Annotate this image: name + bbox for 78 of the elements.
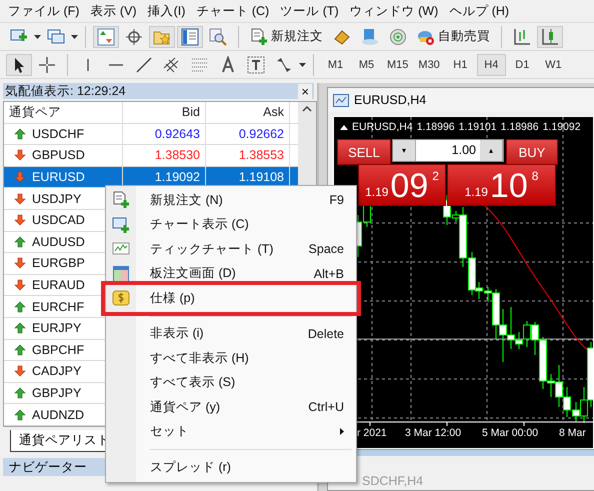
chart-window-icon xyxy=(333,94,349,106)
menu-item[interactable]: 板注文画面 (D) Alt+B xyxy=(106,262,356,286)
menu-item[interactable]: すべて表示 (S) xyxy=(106,370,356,395)
time-axis-label: r 2021 xyxy=(357,427,387,439)
timeframe-button[interactable]: D1 xyxy=(508,54,537,76)
time-axis-label: 3 Mar 12:00 xyxy=(405,427,462,439)
toolbar-button[interactable]: 自動売買 xyxy=(413,26,494,48)
time-axis-label: 8 Mar xyxy=(559,427,586,439)
panel-icon[interactable] xyxy=(177,26,203,48)
dropdown-caret-icon[interactable] xyxy=(34,34,41,38)
timeframe-button[interactable]: M1 xyxy=(321,54,350,76)
dropdown-caret-icon[interactable] xyxy=(71,34,78,38)
menu-item[interactable]: 非表示 (i) Delete xyxy=(106,322,356,346)
panel-title: 気配値表示: 12:29:24 xyxy=(5,82,126,100)
window-title: EURUSD,H4 xyxy=(354,93,426,107)
menu-item[interactable]: 挿入(I) xyxy=(146,2,194,20)
column-header[interactable]: 通貨ペア xyxy=(4,102,123,123)
timeframe-button[interactable]: H4 xyxy=(476,54,506,76)
bid-price: 1.38530 xyxy=(154,148,200,162)
submenu-arrow-icon xyxy=(340,428,344,436)
candlestick-icon[interactable] xyxy=(537,26,563,48)
symbol-name: EURGBP xyxy=(32,256,85,270)
chart-symbol: EURUSD,H4 xyxy=(352,121,413,133)
timeframe-button[interactable]: M30 xyxy=(414,54,444,76)
ask-price: 0.92662 xyxy=(238,126,284,141)
ask-price: 1.38553 xyxy=(238,148,284,162)
menu-item[interactable]: ファイル (F) xyxy=(6,2,88,20)
pointer-icon[interactable] xyxy=(6,54,32,76)
sell-button[interactable]: SELL xyxy=(337,139,391,165)
bid-price: 1.19092 xyxy=(154,170,200,184)
ask-price: 1.19108 xyxy=(238,170,284,184)
symbol-name: GBPCHF xyxy=(32,342,84,357)
ohlc-value: 1.19092 xyxy=(542,121,581,133)
ohlc-value: 1.19101 xyxy=(458,121,497,133)
menu-item[interactable]: チャート表示 (C) xyxy=(106,212,356,237)
chart-plus-icon xyxy=(112,216,130,234)
menu-item[interactable]: 通貨ペア (y) Ctrl+U xyxy=(106,395,356,420)
column-header[interactable]: Bid xyxy=(123,102,206,123)
quote-row[interactable]: USDCHF 0.92643 0.92662 xyxy=(4,124,298,146)
symbol-name: EURAUD xyxy=(32,278,85,292)
ohlc-value: 1.18986 xyxy=(500,121,539,133)
collapse-arrow-icon[interactable] xyxy=(340,124,348,130)
menu-item[interactable]: チャート (C) xyxy=(194,2,278,20)
symbol-name: CADJPY xyxy=(32,364,82,378)
symbol-name: EURJPY xyxy=(32,321,82,336)
menu-item[interactable]: ヘルプ (H) xyxy=(447,2,518,20)
document-plus-icon xyxy=(250,28,268,46)
dollar-icon xyxy=(112,289,130,308)
menu-item[interactable]: ティックチャート (T) Space xyxy=(106,237,356,262)
symbol-name: EURCHF xyxy=(32,300,84,314)
menu-item[interactable]: ツール (T) xyxy=(278,2,348,20)
symbol-name: USDJPY xyxy=(32,192,82,206)
timeframe-button[interactable]: M15 xyxy=(383,54,412,76)
symbol-name: USDCAD xyxy=(32,213,85,228)
menu-item[interactable]: 仕様 (p) xyxy=(106,286,356,310)
dropdown-caret-icon[interactable] xyxy=(299,62,306,66)
buy-button[interactable]: BUY xyxy=(506,139,558,165)
symbol-name: AUDUSD xyxy=(32,234,85,249)
timeframe-button[interactable]: H1 xyxy=(446,54,475,76)
symbol-name: GBPUSD xyxy=(32,148,85,162)
toolbar-button[interactable]: 新規注文 xyxy=(246,26,327,48)
symbol-name: AUDNZD xyxy=(32,408,84,422)
menu-item[interactable]: ウィンドウ (W) xyxy=(348,2,448,20)
symbol-name: USDCHF xyxy=(32,126,84,141)
timeframe-button[interactable]: W1 xyxy=(538,54,568,76)
symbol-name: GBPJPY xyxy=(32,386,82,400)
ohlc-value: 1.18996 xyxy=(416,121,455,133)
timeframe-button[interactable]: M5 xyxy=(352,54,381,76)
bid-price: 0.92643 xyxy=(154,126,200,141)
symbol-name: EURUSD xyxy=(32,170,85,184)
close-button[interactable]: × xyxy=(298,84,312,98)
time-axis-label: 5 Mar 00:00 xyxy=(482,427,538,439)
menu-item[interactable]: 新規注文 (N) F9 xyxy=(106,188,356,212)
grid-icon xyxy=(112,264,130,283)
menu-item[interactable]: すべて非表示 (H) xyxy=(106,346,356,370)
column-header[interactable]: Ask xyxy=(206,102,290,123)
menu-item[interactable]: 表示 (V) xyxy=(88,2,146,20)
document-plus-icon xyxy=(112,191,130,210)
